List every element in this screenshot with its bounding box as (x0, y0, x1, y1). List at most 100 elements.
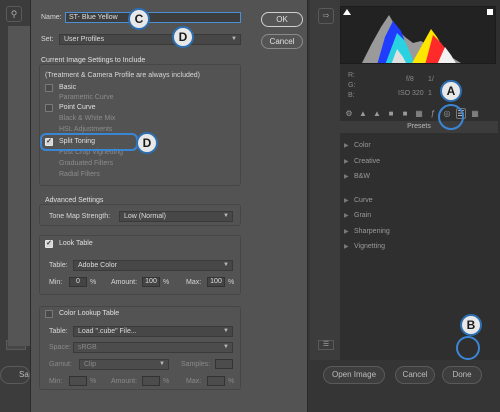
expand-triangle-icon: ▶ (344, 158, 349, 165)
readout-r: R: (348, 72, 355, 79)
chevron-down-icon: ▼ (223, 213, 229, 219)
name-label: Name: (41, 14, 62, 21)
clt-max-input[interactable] (207, 376, 225, 386)
clt-min-input[interactable] (69, 376, 87, 386)
clt-amount-label: Amount: (111, 378, 138, 385)
space-select[interactable]: sRGB ▼ (73, 342, 233, 353)
set-label: Set: (41, 36, 54, 43)
callout-a: A (440, 80, 462, 102)
point-curve-label: Point Curve (59, 104, 96, 111)
samples-input[interactable] (215, 359, 233, 369)
gamut-select[interactable]: Clip ▼ (79, 359, 169, 370)
done-button[interactable]: Done (442, 366, 482, 384)
clt-amount-percent: % (163, 378, 170, 385)
effects-tab-icon[interactable]: ƒ (428, 109, 438, 118)
readout-shutter: 1/ (428, 76, 434, 83)
clt-min-percent: % (90, 378, 97, 385)
look-table-checkbox[interactable]: ✓ (45, 240, 53, 248)
preset-group[interactable]: ▶ Sharpening (344, 224, 494, 240)
chevron-down-icon: ▼ (223, 328, 229, 334)
hsl-label: HSL Adjustments (59, 126, 113, 133)
tone-map-select[interactable]: Low (Normal) ▼ (119, 211, 233, 222)
presets-tab-highlight (438, 104, 464, 130)
histogram (340, 6, 496, 64)
max-label: Max: (186, 279, 202, 286)
highlight-clipping-icon[interactable] (487, 9, 493, 15)
tone-curve-tab-icon[interactable]: ▲ (358, 109, 368, 118)
detail-tab-icon[interactable]: ▲ (372, 109, 382, 118)
parametric-curve-label: Parametric Curve (59, 94, 114, 101)
readout-g: G: (348, 82, 356, 89)
current-settings-title: Current Image Settings to Include (41, 57, 146, 64)
fullscreen-icon[interactable]: ⇨ (318, 8, 334, 24)
split-tone-tab-icon[interactable]: ■ (400, 109, 410, 118)
amount-label: Amount: (111, 279, 138, 286)
lens-tab-icon[interactable]: ▦ (414, 109, 424, 118)
tone-map-label: Tone Map Strength: (49, 213, 111, 220)
chevron-down-icon: ▼ (223, 262, 229, 268)
look-table-table-label: Table: (49, 262, 68, 269)
preset-group[interactable]: ▶ Curve (344, 193, 494, 209)
new-preset-highlight (456, 336, 480, 360)
preset-group[interactable]: ▶ Creative (344, 154, 494, 170)
current-settings-group (39, 64, 241, 186)
set-select[interactable]: User Profiles ▼ (59, 34, 241, 45)
camera-readout: R: G: B: f/8 ISO 320 1/ 1 (344, 68, 494, 104)
cancel-button[interactable]: Cancel (395, 366, 435, 384)
preset-group[interactable]: ▶ B&W (344, 169, 494, 185)
chevron-down-icon: ▼ (223, 344, 229, 350)
preset-name-input[interactable]: ST- Blue Yellow (65, 12, 241, 23)
graduated-filters-label: Graduated Filters (59, 160, 114, 167)
expand-triangle-icon: ▶ (344, 197, 349, 204)
clt-amount-input[interactable] (142, 376, 160, 386)
readout-focal: 1 (428, 90, 432, 97)
look-table-label: Look Table (59, 240, 93, 247)
image-canvas (8, 26, 30, 346)
open-image-button[interactable]: Open Image (323, 366, 385, 384)
samples-label: Samples: (181, 361, 211, 368)
clt-min-label: Min: (49, 378, 63, 385)
basic-checkbox[interactable] (45, 84, 53, 92)
color-lookup-label: Color Lookup Table (59, 310, 120, 317)
basic-tab-icon[interactable]: ⚙ (344, 109, 354, 118)
min-input[interactable]: 0 (69, 277, 87, 287)
amount-input[interactable]: 100 (142, 277, 160, 287)
bw-mix-label: Black & White Mix (59, 115, 116, 122)
preset-group[interactable]: ▶ Grain (344, 208, 494, 224)
readout-b: B: (348, 92, 355, 99)
expand-triangle-icon: ▶ (344, 244, 349, 250)
chevron-down-icon: ▼ (231, 36, 237, 42)
min-label: Min: (49, 279, 63, 286)
callout-d-top: D (172, 26, 194, 48)
max-input[interactable]: 100 (207, 277, 225, 287)
min-percent: % (90, 279, 97, 286)
clt-table-select[interactable]: Load ".cube" File... ▼ (73, 326, 233, 337)
shadow-clipping-icon[interactable] (343, 9, 351, 15)
ok-button[interactable]: OK (261, 12, 303, 27)
expand-triangle-icon: ▶ (344, 143, 349, 149)
expand-triangle-icon: ▶ (344, 174, 349, 180)
cancel-dialog-button[interactable]: Cancel (261, 34, 303, 49)
snapshots-tab-icon[interactable]: ▦ (470, 109, 480, 118)
clt-max-percent: % (228, 378, 235, 385)
clt-table-label: Table: (49, 328, 68, 335)
always-included-note: (Treatment & Camera Profile are always i… (45, 72, 200, 79)
expand-triangle-icon: ▶ (344, 213, 349, 219)
presets-header: Presets (340, 121, 498, 133)
look-table-select[interactable]: Adobe Color ▼ (73, 260, 233, 271)
readout-aperture: f/8 (406, 76, 414, 83)
panel-menu-icon[interactable]: ☰ (318, 340, 334, 350)
readout-iso: ISO 320 (398, 90, 424, 97)
save-image-button[interactable]: Sa (0, 366, 30, 384)
histogram-graph (362, 15, 461, 63)
hsl-tab-icon[interactable]: ■ (386, 109, 396, 118)
color-lookup-checkbox[interactable] (45, 310, 53, 318)
amount-percent: % (163, 279, 170, 286)
clt-max-label: Max: (186, 378, 202, 385)
point-curve-checkbox[interactable] (45, 104, 53, 112)
preset-group[interactable]: ▶ Vignetting (344, 239, 494, 255)
zoom-tool-icon[interactable]: ⚲ (6, 6, 22, 22)
preset-group[interactable]: ▶ Color (344, 138, 494, 154)
space-label: Space: (49, 344, 71, 351)
right-toolbar-strip: ⇨ ☰ (310, 0, 340, 360)
